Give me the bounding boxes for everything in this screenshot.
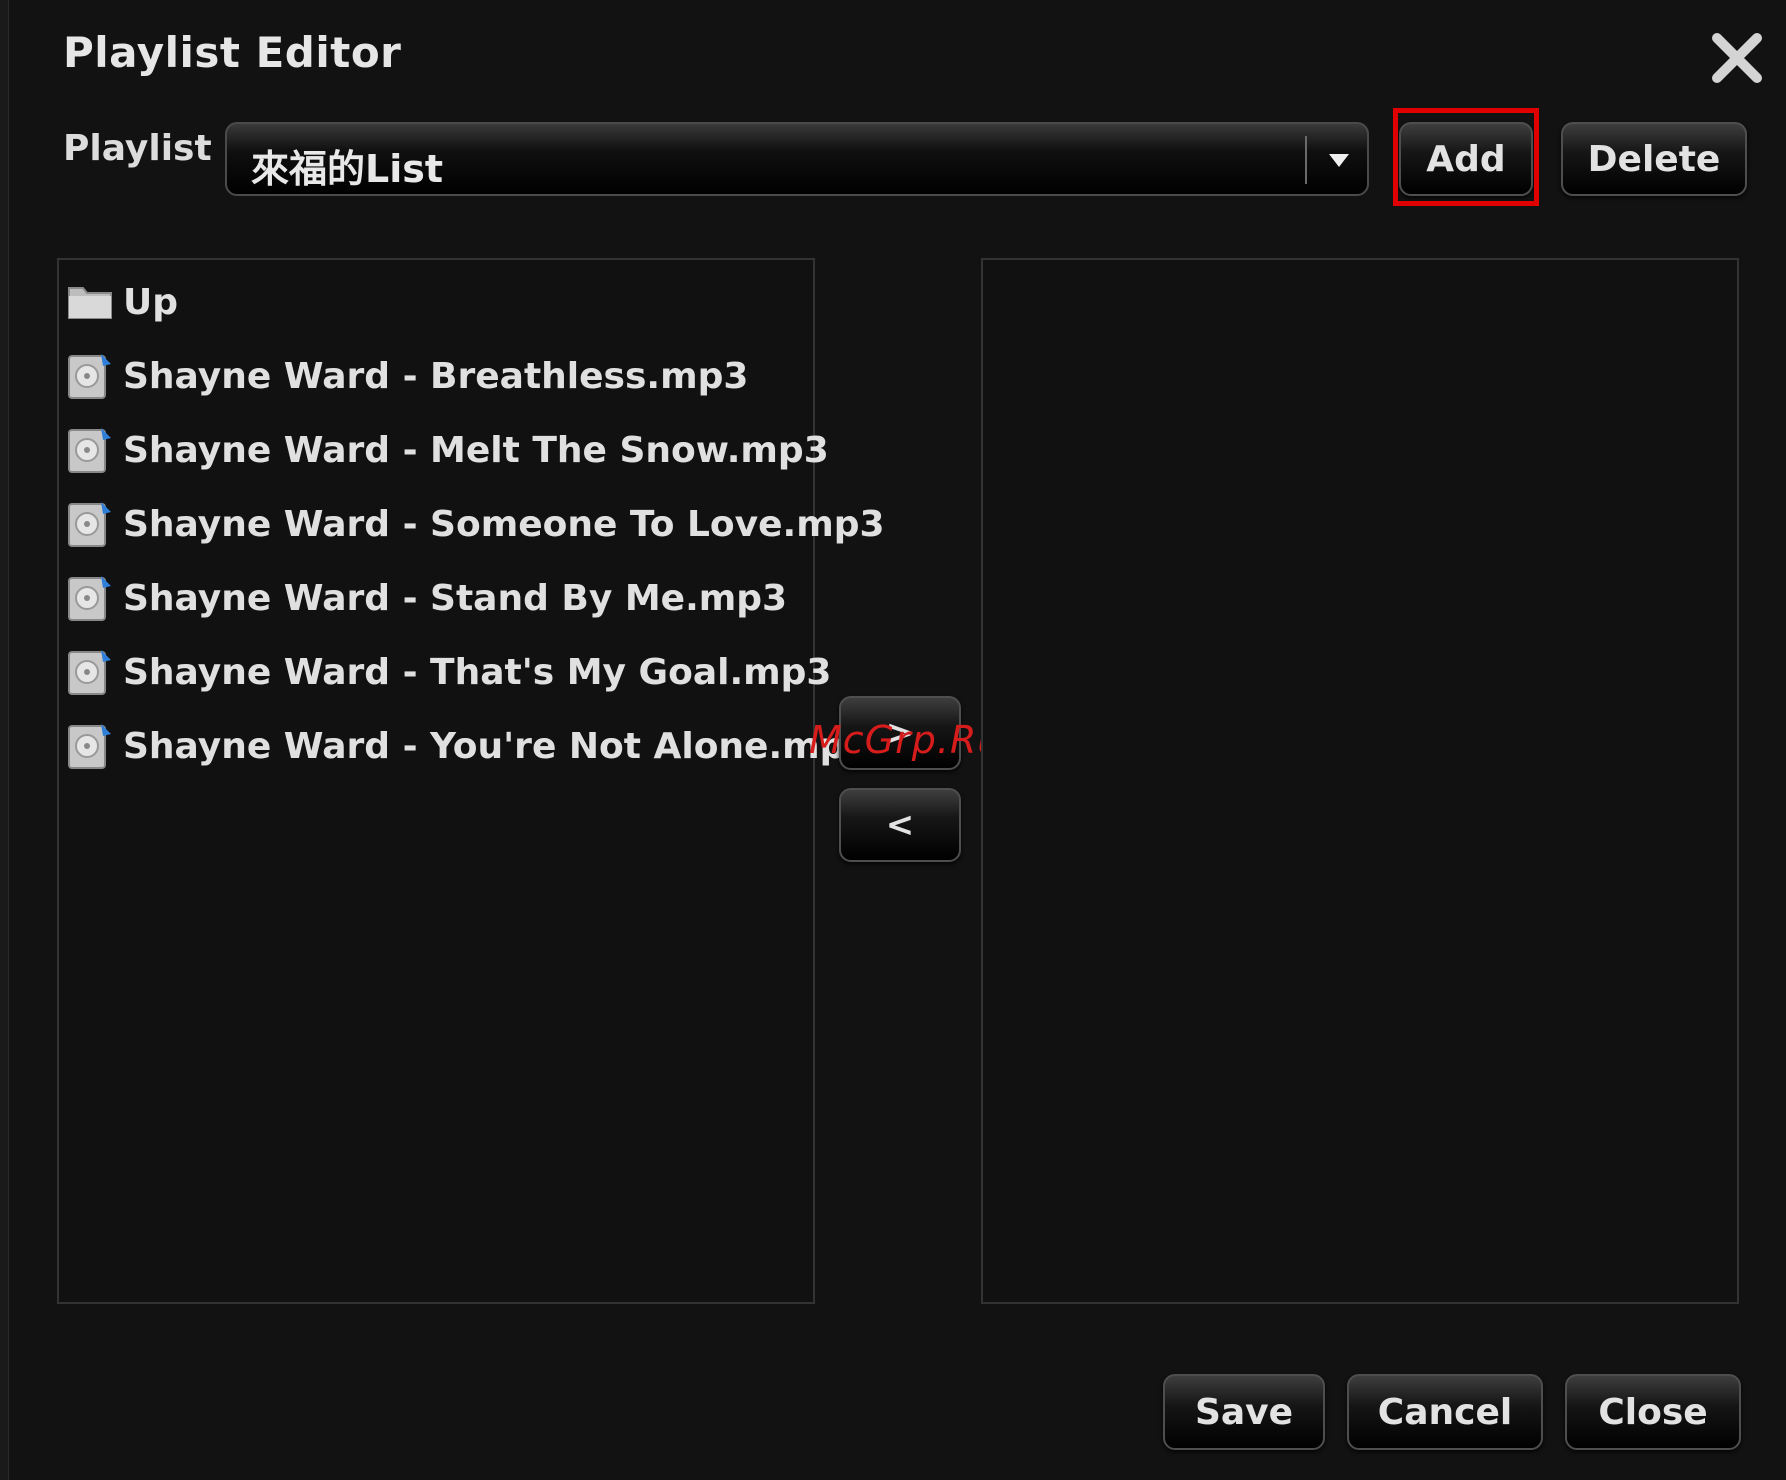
select-divider (1305, 136, 1307, 184)
list-item[interactable]: Shayne Ward - Melt The Snow.mp3 (67, 420, 829, 480)
music-file-icon (68, 576, 111, 621)
playlist-select[interactable]: 來福的List (225, 122, 1369, 196)
list-item-label: Shayne Ward - You're Not Alone.mp3 (123, 725, 871, 767)
dialog-title: Playlist Editor (63, 28, 402, 77)
list-item[interactable]: Shayne Ward - That's My Goal.mp3 (67, 642, 831, 702)
list-item-label: Up (123, 281, 179, 323)
list-item[interactable]: Shayne Ward - Stand By Me.mp3 (67, 568, 787, 628)
music-file-icon (68, 354, 111, 399)
music-file-icon (68, 650, 111, 695)
watermark: McGrp.Ru (809, 718, 1003, 762)
list-item-up[interactable]: Up (67, 272, 178, 332)
list-item-label: Shayne Ward - Breathless.mp3 (123, 355, 749, 397)
folder-icon (68, 287, 112, 319)
playlist-panel[interactable] (981, 258, 1739, 1304)
chevron-down-icon[interactable] (1327, 150, 1351, 170)
list-item[interactable]: Shayne Ward - You're Not Alone.mp3 (67, 716, 870, 776)
music-file-icon (68, 724, 111, 769)
list-item[interactable]: Shayne Ward - Someone To Love.mp3 (67, 494, 885, 554)
list-item-label: Shayne Ward - Melt The Snow.mp3 (123, 429, 829, 471)
close-button[interactable]: Close (1565, 1374, 1741, 1450)
list-item[interactable]: Shayne Ward - Breathless.mp3 (67, 346, 748, 406)
list-item-label: Shayne Ward - That's My Goal.mp3 (123, 651, 832, 693)
list-item-label: Shayne Ward - Stand By Me.mp3 (123, 577, 788, 619)
playlist-editor-dialog: Playlist Editor Playlist 來福的List Add Del… (8, 0, 1786, 1480)
music-file-icon (68, 428, 111, 473)
playlist-label: Playlist (63, 128, 212, 169)
music-file-icon (68, 502, 111, 547)
playlist-selected-value: 來福的List (251, 147, 444, 191)
file-browser-panel: Up Shayne Ward - Breathless.mp3 Shayne W… (57, 258, 885, 1304)
cancel-button[interactable]: Cancel (1347, 1374, 1543, 1450)
list-item-label: Shayne Ward - Someone To Love.mp3 (123, 503, 885, 545)
save-button[interactable]: Save (1163, 1374, 1325, 1450)
close-icon[interactable] (1709, 30, 1765, 86)
move-left-button[interactable]: < (839, 788, 961, 862)
delete-button[interactable]: Delete (1561, 122, 1747, 196)
add-button-highlight (1393, 108, 1539, 206)
